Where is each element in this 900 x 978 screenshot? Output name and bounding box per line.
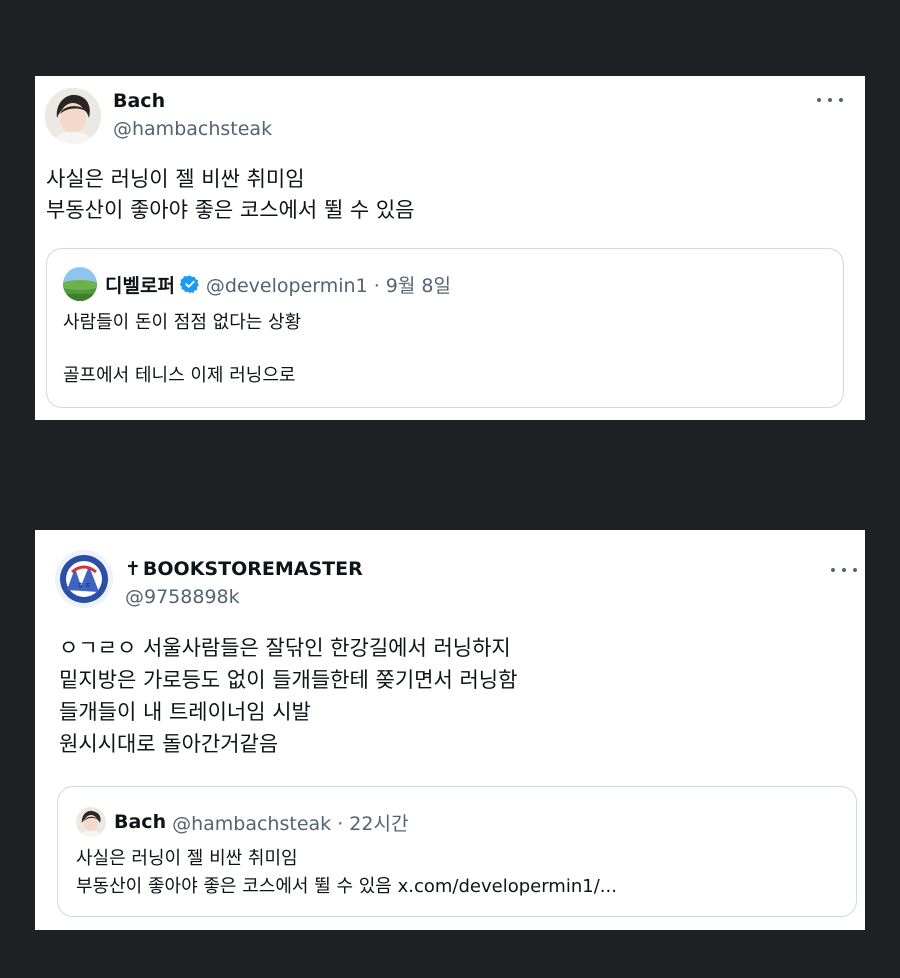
- author-handle[interactable]: @9758898k: [125, 586, 240, 608]
- quoted-text-line: 부동산이 좋아야 좋은 코스에서 뛸 수 있음 x.com/developerm…: [76, 873, 617, 901]
- quoted-avatar[interactable]: [63, 267, 97, 301]
- quoted-tweet-text: 사실은 러닝이 젤 비싼 취미임 부동산이 좋아야 좋은 코스에서 뛸 수 있음…: [76, 845, 617, 901]
- tweet-card-bookstoremaster[interactable]: ㅎㅈ ✝ BOOKSTOREMASTER @9758898k ㅇㄱㄹㅇ 서울사람…: [35, 530, 865, 930]
- quoted-author-meta[interactable]: @hambachsteak · 22시간: [172, 809, 408, 836]
- quoted-text-line-content: 부동산이 좋아야 좋은 코스에서 뛸 수 있음: [76, 876, 392, 897]
- more-horizontal-icon[interactable]: [831, 556, 857, 584]
- quoted-tweet[interactable]: Bach @hambachsteak · 22시간 사실은 러닝이 젤 비싼 취…: [57, 786, 857, 917]
- quoted-tweet-text: 사람들이 돈이 점점 없다는 상황 골프에서 테니스 이제 러닝으로: [63, 309, 301, 390]
- tweet-text-line: 사실은 러닝이 젤 비싼 취미임: [46, 167, 305, 191]
- quoted-text-line: 골프에서 테니스 이제 러닝으로: [63, 365, 296, 386]
- tweet-text-line: 들개들이 내 트레이너임 시발: [59, 700, 311, 724]
- tweet-text: 사실은 러닝이 젤 비싼 취미임 부동산이 좋아야 좋은 코스에서 뛸 수 있음: [46, 164, 415, 226]
- tweet-text-line: 원시시대로 돌아간거같음: [59, 732, 279, 756]
- quoted-author-name[interactable]: 디벨로퍼: [105, 271, 175, 298]
- quoted-text-line: 사실은 러닝이 젤 비싼 취미임: [76, 848, 298, 869]
- tweet-text-line: ㅇㄱㄹㅇ 서울사람들은 잘닦인 한강길에서 러닝하지: [59, 636, 511, 660]
- author-name[interactable]: ✝ BOOKSTOREMASTER: [125, 558, 363, 580]
- quoted-author-meta[interactable]: @developermin1 · 9월 8일: [206, 271, 451, 298]
- quoted-avatar[interactable]: [76, 807, 106, 837]
- avatar[interactable]: ㅎㅈ: [55, 550, 113, 608]
- author-name-text: BOOKSTOREMASTER: [142, 558, 363, 580]
- tweet-text-line: 밑지방은 가로등도 없이 들개들한테 쫒기면서 러닝함: [59, 668, 518, 692]
- quoted-link[interactable]: x.com/developermin1/...: [398, 876, 617, 897]
- quoted-tweet-header: Bach @hambachsteak · 22시간: [76, 807, 408, 837]
- quoted-tweet-header: 디벨로퍼 @developermin1 · 9월 8일: [63, 267, 451, 301]
- author-handle[interactable]: @hambachsteak: [113, 118, 272, 140]
- quoted-tweet[interactable]: 디벨로퍼 @developermin1 · 9월 8일 사람들이 돈이 점점 없…: [46, 248, 844, 408]
- tweet-text: ㅇㄱㄹㅇ 서울사람들은 잘닦인 한강길에서 러닝하지 밑지방은 가로등도 없이 …: [59, 632, 517, 760]
- avatar[interactable]: [45, 88, 101, 144]
- quoted-author-name[interactable]: Bach: [114, 811, 166, 833]
- svg-text:ㅎㅈ: ㅎㅈ: [77, 581, 92, 590]
- more-horizontal-icon[interactable]: [817, 86, 843, 114]
- verified-badge-icon: [179, 275, 199, 294]
- tweet-card-bach[interactable]: Bach @hambachsteak 사실은 러닝이 젤 비싼 취미임 부동산이…: [35, 76, 865, 420]
- tweet-text-line: 부동산이 좋아야 좋은 코스에서 뛸 수 있음: [46, 198, 415, 222]
- quoted-text-line: 사람들이 돈이 점점 없다는 상황: [63, 312, 302, 333]
- author-name-prefix: ✝: [125, 558, 141, 580]
- author-name[interactable]: Bach: [113, 90, 165, 112]
